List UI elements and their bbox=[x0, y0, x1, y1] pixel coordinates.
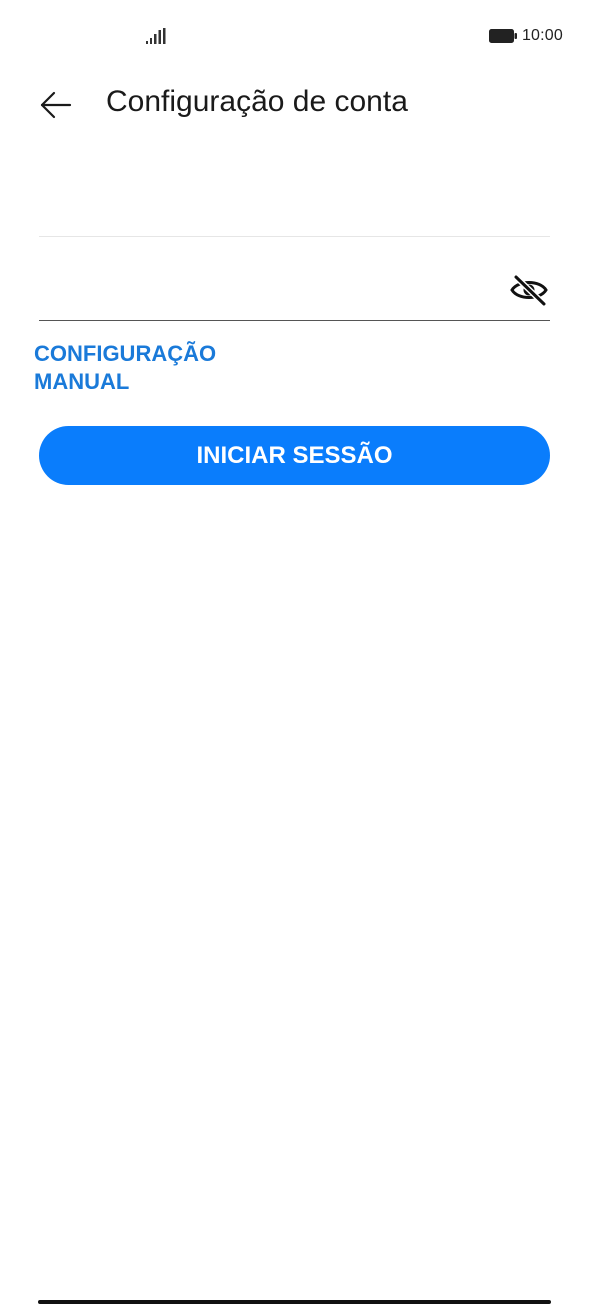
toggle-password-visibility-button[interactable] bbox=[508, 272, 550, 308]
arrow-left-icon bbox=[40, 91, 72, 119]
clock: 10:00 bbox=[521, 27, 563, 44]
login-button[interactable]: INICIAR SESSÃO bbox=[39, 426, 550, 485]
battery-status: 10:00 bbox=[488, 26, 563, 46]
manual-setup-label-line-1: CONFIGURAÇÃO bbox=[34, 341, 217, 366]
account-field[interactable] bbox=[39, 178, 550, 237]
password-input[interactable] bbox=[39, 262, 479, 320]
battery-icon bbox=[488, 29, 517, 43]
page-title: Configuração de conta bbox=[106, 85, 408, 118]
password-field[interactable] bbox=[39, 262, 550, 321]
app-bar: Configuração de conta bbox=[0, 78, 589, 132]
back-button[interactable] bbox=[36, 88, 76, 122]
eye-slash-icon bbox=[510, 274, 548, 307]
status-bar: 10:00 bbox=[0, 0, 589, 72]
account-input[interactable] bbox=[39, 178, 479, 236]
manual-setup-label-line-2: MANUAL bbox=[34, 369, 130, 394]
home-indicator[interactable] bbox=[38, 1300, 551, 1304]
manual-setup-link[interactable]: CONFIGURAÇÃO MANUAL bbox=[34, 340, 294, 396]
signal-bars-icon bbox=[146, 28, 166, 44]
